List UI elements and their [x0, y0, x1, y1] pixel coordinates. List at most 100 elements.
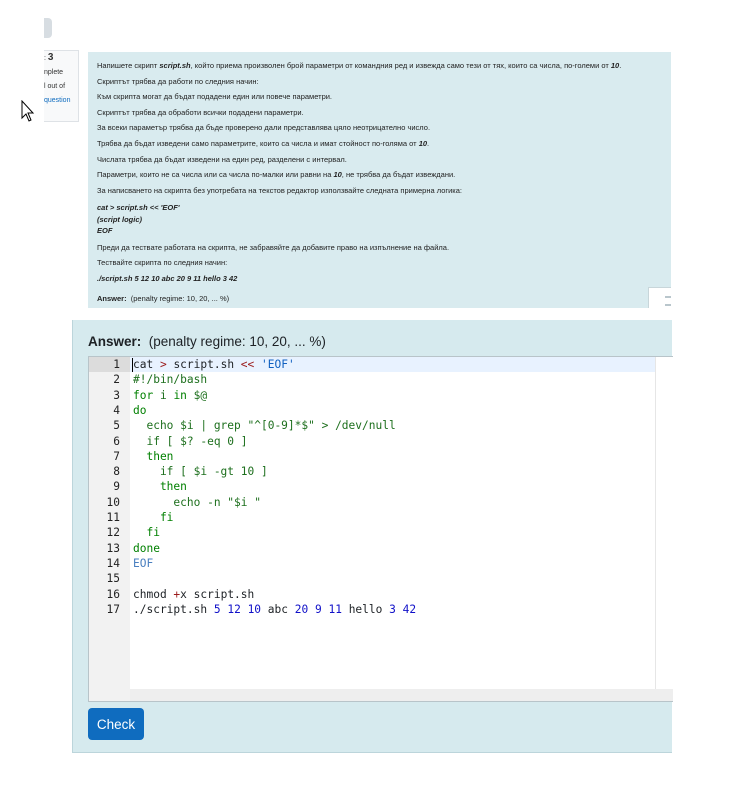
code-line-text: echo $i | grep "^[0-9]*$" > /dev/null — [133, 418, 396, 433]
line-number: 3 — [113, 388, 120, 402]
question-paragraph: Тествайте скрипта по следния начин: — [97, 258, 228, 268]
question-paragraph: Скриптът трябва да обработи всички подад… — [97, 107, 304, 117]
question-paragraph: Преди да тествате работата на скрипта, н… — [97, 242, 450, 252]
answer-panel: Answer: (penalty regime: 10, 20, ... %) … — [72, 320, 673, 753]
code-token: script.sh — [166, 358, 241, 371]
code-token: chmod — [133, 587, 174, 601]
code-token: $@ — [186, 388, 208, 402]
line-number: 10 — [106, 495, 120, 509]
code-token: 42 — [402, 602, 417, 616]
code-line-text: then — [133, 449, 173, 464]
code-line-text: for i in $@ — [133, 388, 207, 403]
code-line-text: #!/bin/bash — [133, 372, 207, 387]
question-info-card: : 3 nplete l out of question — [44, 50, 79, 122]
code-token: in — [173, 388, 187, 402]
line-number: 12 — [106, 526, 120, 540]
answer-label: Answer: (penalty regime: 10, 20, ... %) — [88, 334, 326, 349]
code-token: echo $i | grep "^[0-9]*$" > /dev/null — [133, 419, 396, 433]
code-line-text: echo -n "$i " — [133, 495, 261, 510]
line-number: 6 — [113, 434, 120, 448]
code-token: done — [133, 541, 160, 555]
code-token: << — [240, 358, 255, 371]
line-number: 8 — [113, 465, 120, 479]
code-line-text: fi — [133, 510, 173, 525]
code-token: for — [133, 388, 154, 402]
mouse-cursor-icon — [21, 100, 35, 122]
code-token: abc — [261, 602, 295, 616]
code-line-text: done — [133, 541, 160, 556]
code-token: 10 — [247, 602, 262, 616]
line-number: 15 — [106, 572, 120, 586]
question-paragraph: Към скрипта могат да бъдат подадени един… — [97, 92, 333, 102]
penalty-regime: (penalty regime: 10, 20, ... %) — [148, 334, 326, 349]
code-token: 3 — [389, 602, 396, 616]
example-code-block: cat > script.sh << 'EOF' (script logic) … — [97, 202, 662, 237]
check-button[interactable]: Check — [88, 708, 144, 740]
line-number: 9 — [113, 480, 120, 494]
flag-question-link[interactable]: question — [44, 94, 78, 108]
code-token: if [ $i -gt 10 ] — [133, 465, 268, 479]
question-paragraph: Скриптът трябва да работи по следния нач… — [97, 76, 259, 86]
example-code-line: (script logic) — [97, 214, 143, 224]
line-number: 7 — [113, 449, 120, 463]
line-number: 17 — [106, 602, 120, 616]
code-token: > — [159, 358, 167, 371]
code-line-text: ./script.sh 5 12 10 abc 20 9 11 hello 3 … — [133, 602, 416, 617]
code-line-text: fi — [133, 525, 160, 540]
code-line-text: chmod +x script.sh — [133, 587, 254, 602]
print-margin — [655, 357, 656, 701]
example-code-line: EOF — [97, 226, 113, 236]
code-token: i — [153, 388, 174, 402]
code-token: then — [133, 480, 187, 494]
code-token: fi — [133, 511, 174, 524]
question-mark: l out of — [44, 83, 66, 90]
question-paragraph: Параметри, които не са числа или са числ… — [97, 170, 456, 180]
code-token: 11 — [328, 602, 342, 616]
code-token: ./script.sh — [133, 602, 214, 616]
line-number: 16 — [106, 587, 120, 601]
code-token: 12 — [227, 602, 241, 616]
line-number: 1 — [113, 358, 120, 371]
horizontal-scrollbar[interactable] — [130, 689, 673, 701]
line-number: 5 — [113, 419, 120, 433]
code-line-text: do — [133, 403, 146, 418]
question-paragraph: Числата трябва да бъдат изведени на един… — [97, 154, 347, 164]
code-token: #!/bin/bash — [133, 373, 208, 387]
example-code-line: cat > script.sh << 'EOF' — [97, 203, 180, 213]
code-editor[interactable]: 1 cat > script.sh << 'EOF' 2 #!/bin/bash 3 fo… — [88, 356, 673, 702]
question-answer-line: Answer: (penalty regime: 10, 20, ... %) — [97, 294, 230, 304]
line-number: 4 — [113, 403, 120, 417]
test-command: ./script.sh 5 12 10 abc 20 9 11 hello 3 … — [97, 274, 238, 284]
code-token: if [ $? -eq 0 ] — [133, 434, 248, 448]
code-token: 20 — [294, 602, 309, 616]
code-token: echo -n "$i " — [133, 495, 261, 509]
question-paragraph: За всеки параметър трябва да бъде провер… — [97, 123, 431, 133]
code-line-text: if [ $? -eq 0 ] — [133, 434, 248, 449]
text-cursor — [132, 358, 133, 372]
question-screenshot-thumbnail — [648, 287, 671, 308]
question-paragraph: Трябва да бъдат изведени само параметрит… — [97, 138, 430, 148]
code-line-text: cat > script.sh << 'EOF' — [133, 357, 295, 372]
code-token: hello — [341, 602, 390, 616]
collapsed-drawer-handle[interactable] — [44, 18, 52, 38]
line-number: 11 — [106, 511, 120, 524]
question-text-panel: Напишете скрипт script.sh, който приема … — [88, 52, 671, 308]
code-token: 'EOF' — [261, 358, 295, 371]
question-paragraph: За написването на скрипта без употребата… — [97, 185, 462, 195]
code-line-text: then — [133, 479, 187, 494]
code-token: 9 — [314, 602, 322, 616]
line-number: 13 — [106, 541, 120, 555]
code-token: x script.sh — [180, 587, 255, 601]
question-status: nplete — [44, 69, 64, 76]
code-token: do — [133, 403, 147, 417]
code-token: 5 — [213, 602, 221, 616]
question-intro: Напишете скрипт script.sh, който приема … — [97, 61, 622, 70]
code-token: cat — [133, 358, 160, 371]
line-number: 14 — [106, 556, 120, 570]
question-number: 3 — [47, 52, 54, 63]
line-number: 2 — [113, 373, 120, 387]
code-token: fi — [133, 526, 160, 540]
